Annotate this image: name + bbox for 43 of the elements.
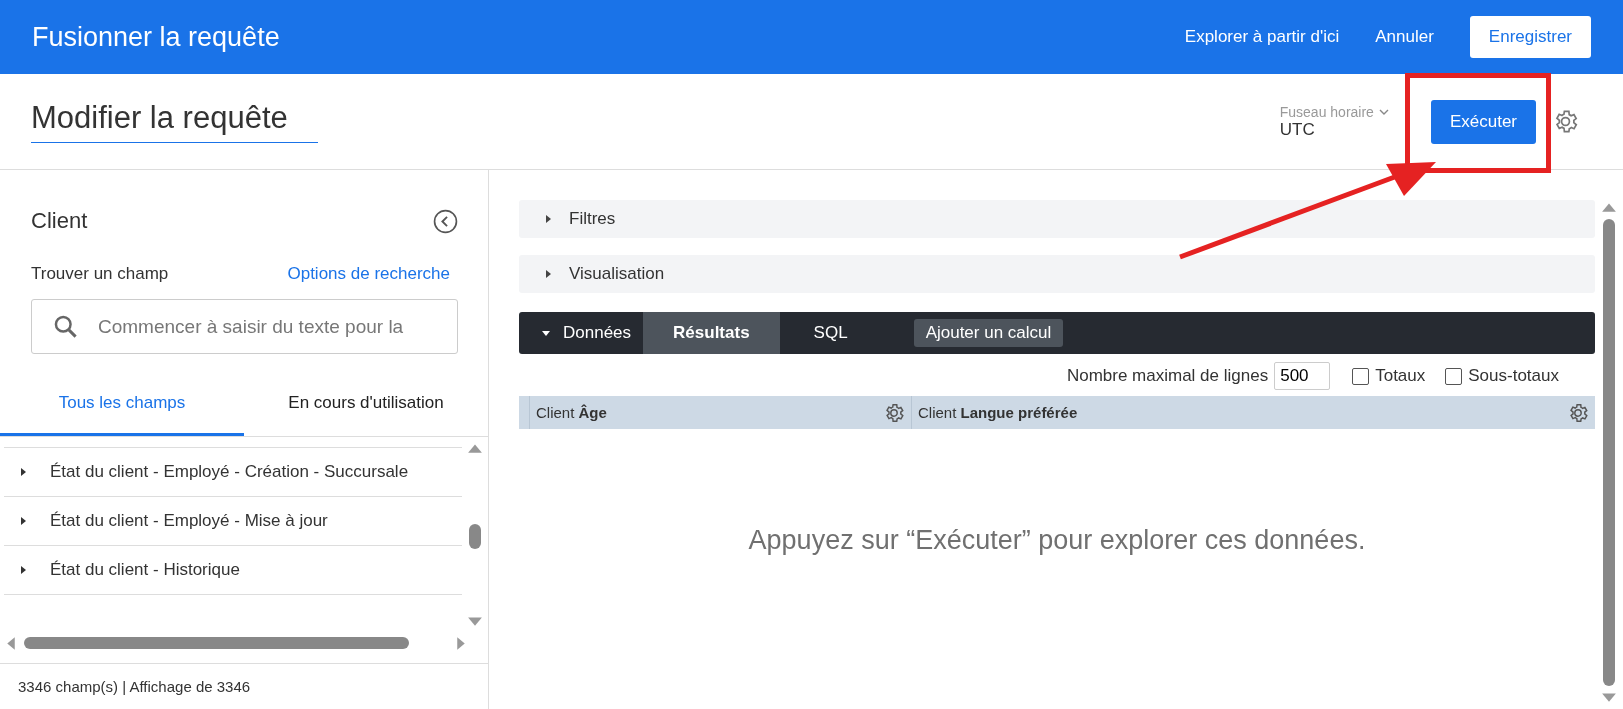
scroll-down-arrow-icon[interactable] [1602,692,1616,703]
scroll-left-arrow-icon[interactable] [6,636,16,650]
section-header[interactable]: Visualisation [519,255,1595,293]
field-group-item[interactable]: État du client - Employé - Mise à jour [4,497,462,546]
scroll-up-arrow-icon[interactable] [1602,202,1616,213]
field-tab[interactable]: En cours d'utilisation [244,379,488,436]
field-group-item[interactable]: État du client - Employé - Création - Succursale [4,448,462,497]
search-options-link[interactable]: Options de recherche [287,264,450,284]
scroll-right-arrow-icon[interactable] [456,636,466,650]
header-link[interactable]: Annuler [1375,27,1434,47]
find-field-label: Trouver un champ [31,264,169,284]
data-tab[interactable]: Résultats [643,312,780,354]
query-title-field[interactable]: Modifier la requête [31,100,318,143]
scroll-down-arrow-icon[interactable] [468,616,482,627]
empty-state-message: Appuyez sur “Exécuter” pour explorer ces données. [748,525,1366,557]
data-tab[interactable]: SQL [779,312,882,354]
timezone-dropdown[interactable]: Fuseau horaire UTC [1279,103,1389,140]
section-header[interactable]: Filtres [519,200,1595,238]
save-button[interactable]: Enregistrer [1469,16,1591,58]
scrollbar-thumb[interactable] [24,637,409,649]
row-limit-field[interactable]: 500 [1274,362,1331,390]
scrollbar-thumb[interactable] [1603,219,1615,686]
page-title: Fusionner la requête [32,21,280,53]
settings-icon[interactable] [883,401,905,424]
collapse-icon[interactable] [433,208,458,234]
column-header[interactable]: Client Langue préférée [912,396,1595,429]
field-count: 3346 champ(s) | Affichage de 3346 [18,678,251,695]
header-link[interactable]: Explorer à partir d'ici [1184,27,1340,47]
column-header[interactable]: Client Âge [530,396,912,429]
run-button[interactable]: Exécuter [1430,99,1536,144]
search-field[interactable]: Commencer à saisir du texte pour la [31,299,458,354]
scroll-up-arrow-icon[interactable] [468,443,482,454]
add-calculation-button[interactable]: Ajouter un calcul [913,319,1064,347]
scrollbar-thumb[interactable] [469,524,481,549]
chevron-icon [1378,108,1389,115]
field-tab[interactable]: Tous les champs [0,379,244,436]
row-limit-label: Nombre maximal de lignes [1066,366,1269,386]
field-group-item[interactable]: État du client - Historique [4,546,462,595]
panel-title: Client [31,208,88,234]
data-section-toggle[interactable]: Données [519,312,644,354]
checkbox-option[interactable]: Sous-totaux [1445,366,1559,386]
checkbox-option[interactable]: Totaux [1352,366,1426,386]
settings-icon[interactable] [1567,401,1589,424]
